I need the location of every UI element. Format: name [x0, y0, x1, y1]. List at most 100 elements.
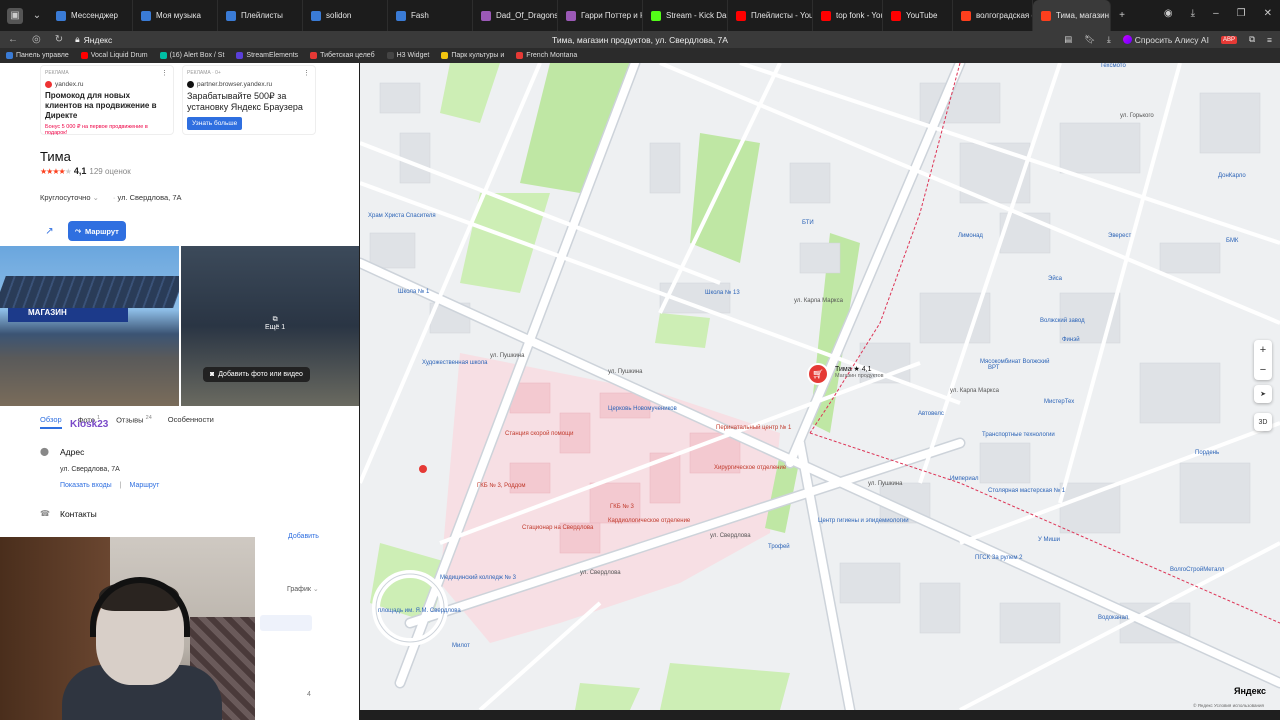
extensions-icon[interactable]: ⧉: [1249, 34, 1255, 45]
pin-label[interactable]: Тима ★ 4,1 Магазин продуктов: [835, 365, 884, 379]
map-street-label[interactable]: ул. Горького: [1120, 113, 1154, 119]
map-hospital-label[interactable]: Хирургическое отделение: [714, 465, 786, 471]
browser-tab[interactable]: Stream - Kick Dashbo: [643, 0, 728, 31]
map-copyright[interactable]: © Яндекс Условия использования: [1193, 703, 1264, 708]
show-entrances-link[interactable]: Показать входы: [60, 482, 112, 489]
map-poi-label[interactable]: Центр гигиены и эпидемиологии: [818, 518, 909, 524]
map-canvas[interactable]: Школа № 1 Школа № 13 Храм Христа Спасителя…: [360, 63, 1280, 710]
map-poi-label[interactable]: площадь им. Я.М. Свердлова: [378, 608, 461, 614]
map-poi-label[interactable]: ПГСК За рулем 2: [975, 555, 1023, 561]
close-window-icon[interactable]: ✕: [1264, 8, 1272, 19]
map-poi-label[interactable]: Автовелс: [918, 411, 944, 417]
route-button[interactable]: ⤳ Маршрут: [68, 221, 126, 241]
shield-icon[interactable]: ◎: [32, 34, 41, 45]
map-poi-label[interactable]: БМК: [1226, 238, 1238, 244]
map-poi-label[interactable]: Медицинский колледж № 3: [440, 575, 516, 581]
profile-icon[interactable]: ◉: [1164, 8, 1173, 19]
map-poi-label[interactable]: Милот: [452, 643, 470, 649]
zoom-out-button[interactable]: −: [1254, 360, 1272, 380]
address-full[interactable]: ул. Свердлова, 7А: [60, 466, 120, 473]
address-short[interactable]: · ул. Свердлова, 7А: [113, 193, 182, 202]
map-poi-label[interactable]: Церковь Новомучеников: [608, 406, 677, 412]
map-street-label[interactable]: ул. Пушкина: [490, 353, 524, 359]
browser-menu-icon[interactable]: ▣: [7, 7, 23, 24]
map-poi-label[interactable]: Лимонад: [958, 233, 983, 239]
more-icon[interactable]: ⋮: [303, 69, 310, 77]
map-poi-label[interactable]: Школа № 1: [398, 289, 429, 295]
map-poi-label[interactable]: Трофей: [768, 544, 790, 550]
map-street-label[interactable]: ул. Пушкина: [608, 369, 642, 375]
zoom-in-button[interactable]: +: [1254, 340, 1272, 360]
reader-icon[interactable]: ▤: [1064, 34, 1072, 45]
map-street-label[interactable]: ул. Карла Маркса: [794, 298, 843, 304]
browser-tab[interactable]: Мессенджер: [48, 0, 133, 31]
map-poi-label[interactable]: Империал: [950, 476, 979, 482]
rating-row[interactable]: ★★★★★ 4,1 129 оценок: [40, 166, 359, 176]
map-poi-label[interactable]: Храм Христа Спасителя: [368, 213, 436, 219]
map-hospital-label[interactable]: Станция скорой помощи: [505, 431, 573, 437]
route-link[interactable]: Маршрут: [130, 482, 160, 489]
org-tab[interactable]: Обзор: [40, 415, 62, 429]
minimize-icon[interactable]: –: [1213, 8, 1219, 19]
tabs-dropdown-icon[interactable]: ⌄: [29, 8, 45, 24]
browser-tab[interactable]: YouTube: [883, 0, 953, 31]
map-poi-label[interactable]: Финэй: [1062, 337, 1080, 343]
back-icon[interactable]: ←: [8, 34, 18, 45]
map-poi-label[interactable]: Волжский завод: [1040, 318, 1085, 324]
alice-button[interactable]: Спросить Алису AI: [1122, 35, 1209, 45]
new-tab-button[interactable]: +: [1114, 8, 1130, 24]
bookmark-item[interactable]: French Montana: [516, 52, 577, 59]
org-tab[interactable]: Отзывы 24: [116, 415, 152, 429]
map-hospital-label[interactable]: ГКБ № 3, Роддом: [477, 483, 526, 489]
map-poi-label[interactable]: Водоканал: [1098, 615, 1128, 621]
share-icon[interactable]: ↗: [40, 222, 59, 241]
map-poi-label[interactable]: ВолгоСтройМеталл: [1170, 567, 1224, 573]
download-icon[interactable]: ⤓: [1107, 34, 1111, 45]
map-poi-label[interactable]: Техсмото: [1100, 63, 1126, 69]
maximize-icon[interactable]: ❐: [1237, 8, 1246, 19]
map-street-label[interactable]: ул. Свердлова: [580, 570, 621, 576]
map-street-label[interactable]: ул. Свердлова: [710, 533, 751, 539]
browser-tab[interactable]: top fonk - YouTube: [813, 0, 883, 31]
shopping-basket-icon[interactable]: 🛒︎: [807, 363, 829, 385]
browser-tab[interactable]: Fash: [388, 0, 473, 31]
downloads-icon[interactable]: ⤓: [1191, 8, 1195, 19]
org-tab[interactable]: Особенности: [168, 415, 214, 429]
map-poi-label[interactable]: БТИ: [802, 220, 814, 226]
bookmark-icon[interactable]: 🔖︎: [1084, 34, 1095, 45]
add-photo-button[interactable]: ◙ Добавить фото или видео: [203, 367, 310, 382]
bookmark-item[interactable]: (16) Alert Box / St: [159, 52, 224, 59]
map-poi-label[interactable]: Эверест: [1108, 233, 1131, 239]
browser-tab[interactable]: Гарри Поттер и Куб: [558, 0, 643, 31]
bookmark-item[interactable]: H3 Widget: [386, 52, 429, 59]
store-photo[interactable]: ⧉ Ещё 1 ◙ Добавить фото или видео: [181, 246, 359, 406]
ad-card[interactable]: РЕКЛАМА yandex.ru Промокод для новых кли…: [40, 65, 174, 136]
more-photos[interactable]: ⧉ Ещё 1: [265, 316, 285, 331]
bookmark-item[interactable]: Тибетская целеб: [310, 52, 375, 59]
map-poi-label[interactable]: Транспортные технологии: [982, 432, 1055, 438]
browser-tab[interactable]: Плейлисты: [218, 0, 303, 31]
map-poi-label[interactable]: Эйса: [1048, 276, 1062, 282]
geolocation-button[interactable]: ➤: [1254, 385, 1272, 403]
browser-tab[interactable]: волгоградская обл: [953, 0, 1033, 31]
map-poi-label[interactable]: ВРТ: [988, 365, 999, 371]
map-street-label[interactable]: ул. Пушкина: [868, 481, 902, 487]
map-poi-label[interactable]: ДонКарло: [1218, 173, 1246, 179]
add-contact-link[interactable]: Добавить: [288, 533, 319, 540]
schedule-row[interactable]: График ⌄: [287, 585, 319, 593]
map-hospital-label[interactable]: ГКБ № 3: [610, 504, 634, 510]
hours-label[interactable]: Круглосуточно ⌄: [40, 193, 99, 202]
browser-tab[interactable]: solidon: [303, 0, 388, 31]
map-poi-label[interactable]: У Миши: [1038, 537, 1060, 543]
browser-tab[interactable]: Dad_Of_Dragons_: [473, 0, 558, 31]
map-street-label[interactable]: ул. Карла Маркса: [950, 388, 999, 394]
bookmark-item[interactable]: Парк культуры и: [441, 52, 504, 59]
map-hospital-label[interactable]: Кардиологическое отделение: [608, 518, 690, 524]
bookmark-item[interactable]: Vocal Liquid Drum: [80, 52, 148, 59]
3d-button[interactable]: 3D: [1254, 413, 1272, 431]
more-icon[interactable]: ⋮: [161, 69, 168, 77]
map-hospital-label[interactable]: Перинатальный центр № 1: [716, 425, 791, 431]
map-hospital-label[interactable]: Стационар на Свердлова: [522, 525, 593, 531]
rating-count[interactable]: 129 оценок: [89, 167, 130, 176]
browser-tab[interactable]: Моя музыка: [133, 0, 218, 31]
